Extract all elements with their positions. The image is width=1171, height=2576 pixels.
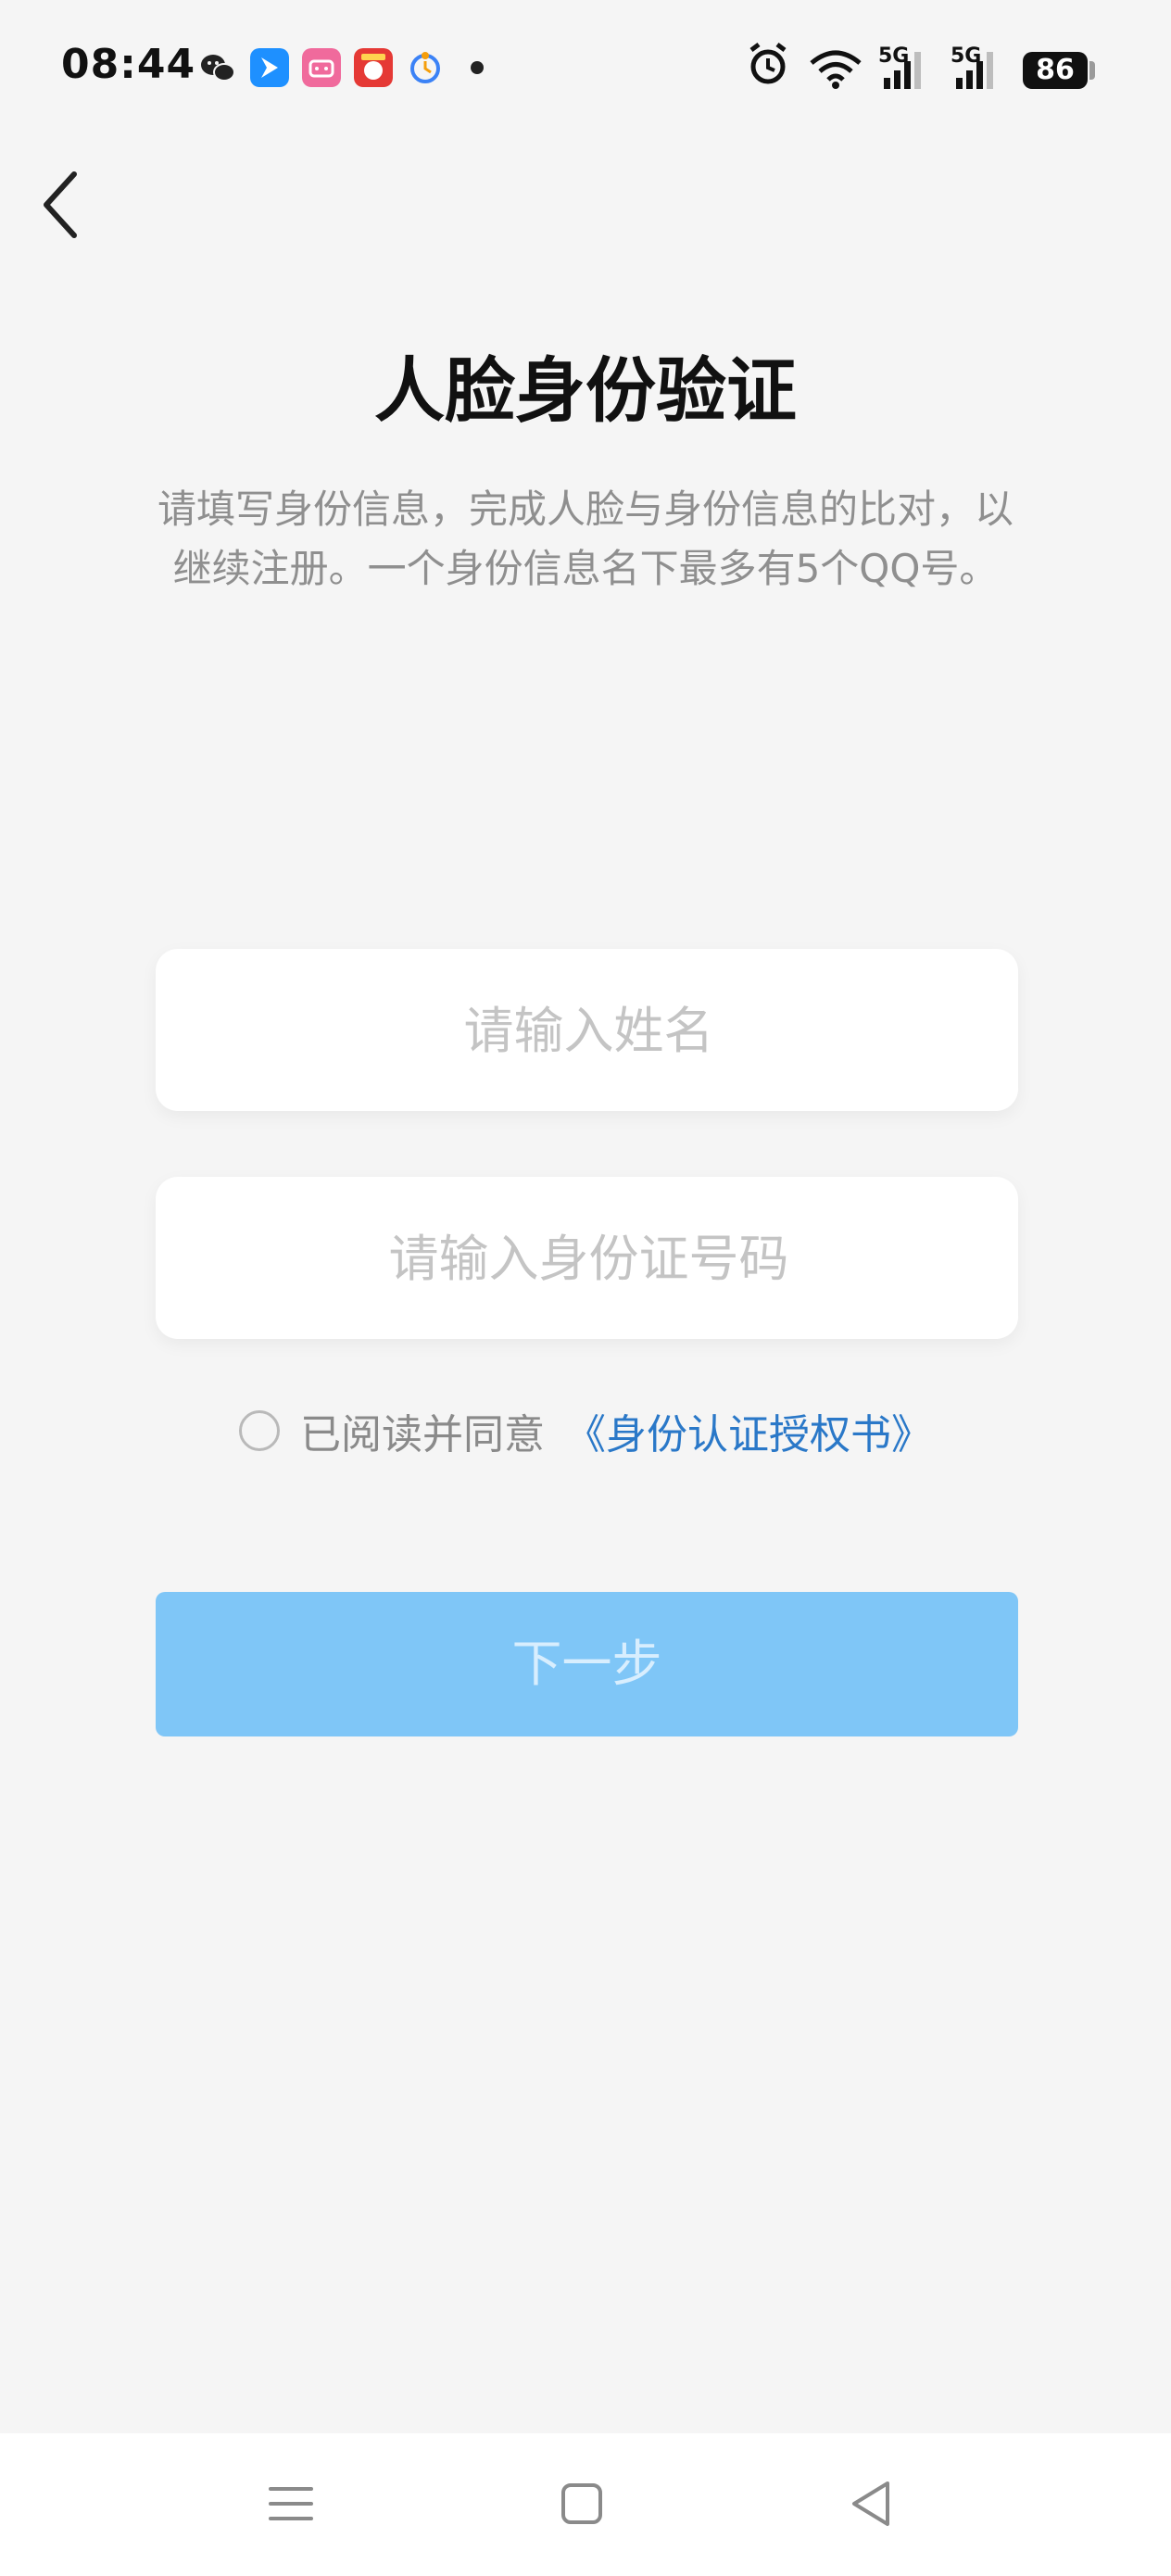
signal-icon-1: [884, 52, 921, 89]
wechat-icon: [201, 55, 235, 82]
authorization-link[interactable]: 《身份认证授权书》: [565, 1401, 932, 1460]
home-square-icon: [561, 2483, 602, 2524]
battery-tip: [1089, 61, 1095, 80]
clock-app-icon: [410, 52, 440, 83]
name-input-card: [156, 949, 1022, 1113]
status-bar: 08:44 5G 5G 86: [0, 0, 1171, 139]
agreement-label: 已阅读并同意: [300, 1411, 545, 1458]
name-input[interactable]: [156, 949, 1022, 1113]
back-button[interactable]: [33, 163, 107, 246]
feishu-icon: [250, 48, 289, 87]
signal-icon-2: [956, 52, 993, 89]
id-number-input[interactable]: [156, 1177, 1022, 1341]
page-title: 人脸身份验证: [374, 349, 797, 432]
triangle-back-icon: [852, 2481, 889, 2526]
next-button[interactable]: 下一步: [156, 1592, 1018, 1736]
id-input-card: [156, 1177, 1022, 1341]
agreement-checkbox[interactable]: [239, 1410, 280, 1451]
description-text: 请填写身份信息，完成人脸与身份信息的比对，以继续注册。一个身份信息名下最多有5个…: [157, 486, 1014, 591]
bilibili-icon: [302, 48, 341, 87]
wifi-icon: [810, 50, 862, 89]
menu-icon: [269, 2487, 313, 2520]
nav-home-button[interactable]: [545, 2467, 619, 2541]
notification-dot: [471, 61, 484, 74]
battery-indicator: 86: [1023, 52, 1088, 89]
status-time: 08:44: [61, 41, 196, 88]
alarm-icon: [749, 43, 787, 84]
nav-menu-button[interactable]: [254, 2467, 328, 2541]
chevron-left-icon: [44, 171, 77, 238]
system-nav-bar: [0, 2433, 1171, 2576]
game-app-icon: [354, 48, 393, 87]
nav-back-button[interactable]: [834, 2467, 908, 2541]
agreement-row: 已阅读并同意 《身份认证授权书》: [0, 1401, 1171, 1461]
